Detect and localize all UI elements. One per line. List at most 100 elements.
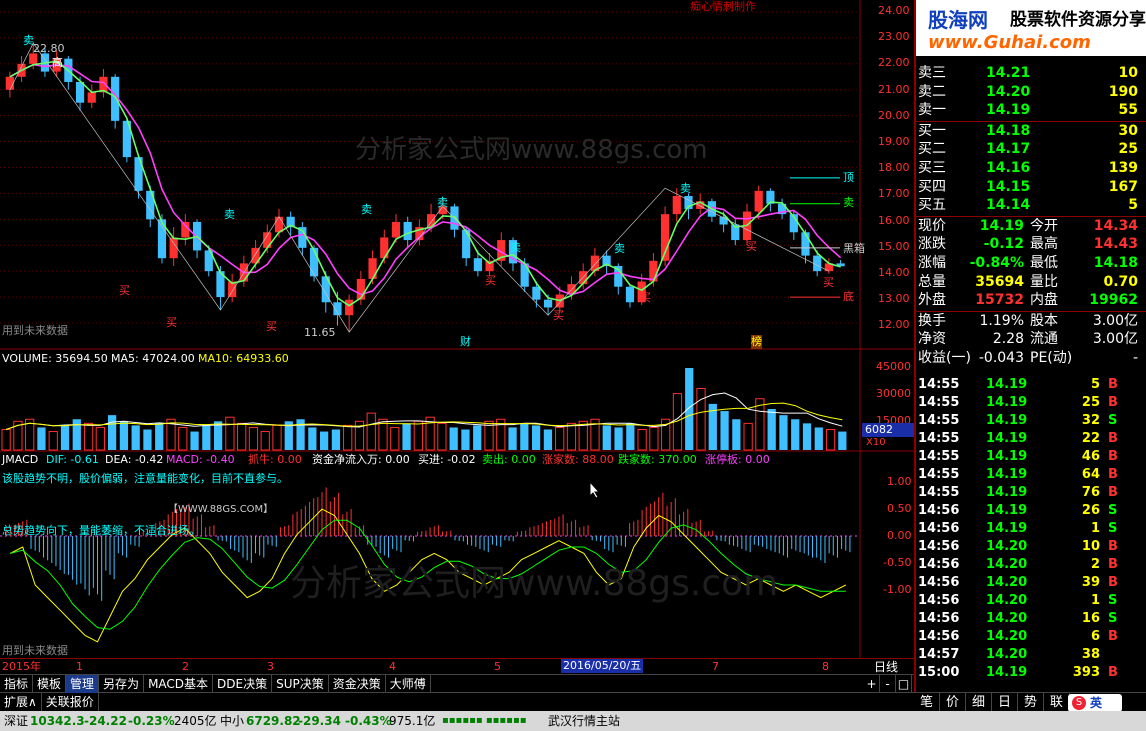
bid-row: 买二 14.17 25: [916, 140, 1144, 158]
layout-button[interactable]: □: [896, 675, 912, 693]
candle-body: [754, 190, 763, 212]
macd-panel[interactable]: JMACD DIF: -0.61 DEA: -0.42 MACD: -0.40 …: [0, 452, 914, 658]
macd-axis-05: 0.50: [887, 502, 912, 515]
volume-bar: [119, 421, 129, 450]
sell-marker: 卖: [224, 208, 235, 221]
stat-value: 14.19: [979, 217, 1024, 234]
volume-bar: [131, 425, 140, 450]
rank-mark: 榜: [751, 335, 762, 349]
bid-price: 14.14: [986, 197, 1031, 214]
price-high-label: 22.80: [33, 42, 65, 55]
expand-tab[interactable]: 扩展∧: [0, 693, 42, 711]
right-tab[interactable]: 势: [1018, 693, 1044, 713]
tick-time: 14:56: [918, 629, 960, 644]
linked-quote-tab[interactable]: 关联报价: [42, 693, 99, 711]
chart-watermark: 分析家公式网www.88gs.com: [355, 135, 708, 165]
volume-value: VOLUME: 35694.50: [2, 352, 108, 365]
bid-price: 14.17: [986, 141, 1031, 158]
right-tab[interactable]: 笔: [914, 693, 940, 713]
indicator-tab[interactable]: 指标: [0, 675, 34, 693]
volume-bar: [48, 431, 58, 451]
indicator-tab[interactable]: 资金决策: [329, 675, 386, 693]
right-tab[interactable]: 价: [940, 693, 966, 713]
indicator-tabs: 指标 模板 管理 另存为 MACD基本 DDE决策 SUP决策 资金决策 大师傅: [0, 675, 431, 693]
bid-label: 买一: [918, 122, 946, 139]
stock-analysis-window: 痴心情刺制作 分析家公式网www.88gs.com 用到未来数据 高 22.80…: [0, 0, 1146, 731]
tick-price: 14.19: [986, 503, 1028, 518]
tick-volume: 22: [1081, 431, 1100, 446]
indicator-tab[interactable]: 另存为: [99, 675, 145, 693]
tick-time: 14:55: [918, 449, 960, 464]
server-name[interactable]: 武汉行情主站: [548, 714, 620, 728]
period-label[interactable]: 日线: [874, 660, 898, 674]
stat-label: 外盘: [918, 292, 946, 309]
indicator-tab[interactable]: 管理: [66, 675, 100, 693]
stat-value: -: [1132, 350, 1138, 366]
bid-label: 买三: [918, 160, 946, 176]
tick-price: 14.19: [986, 413, 1028, 428]
right-tab[interactable]: 细: [966, 693, 992, 713]
sz-index-label: 深证: [4, 714, 29, 728]
bid-price: 14.18: [986, 122, 1031, 139]
volume-axis-45000: 45000: [876, 360, 911, 373]
zoom-in-button[interactable]: +: [864, 675, 880, 693]
indicator-tab[interactable]: 大师傅: [386, 675, 431, 693]
bid-volume: 5: [1128, 197, 1138, 214]
tick-row: 14:56 14.20 2 B: [916, 556, 1144, 574]
indicator-tab[interactable]: MACD基本: [144, 675, 214, 693]
stat-value: -0.043: [978, 350, 1024, 366]
zoom-out-button[interactable]: -: [880, 675, 896, 693]
macd-value: MACD: -0.40: [166, 453, 235, 466]
tick-row: 14:55 14.19 5 B: [916, 376, 1144, 394]
volume-bar: [202, 425, 211, 450]
tick-volume: 38: [1081, 647, 1100, 662]
date-axis: 2015年 1 2 3 4 5 2016/05/20/五 7 8 日线: [0, 658, 914, 674]
ask-price: 14.21: [986, 65, 1031, 81]
volume-bar: [225, 416, 235, 451]
indicator-tab[interactable]: 模板: [33, 675, 67, 693]
stat-value: 3.00亿: [1092, 331, 1138, 348]
candle-body: [368, 258, 377, 279]
ime-indicator[interactable]: S 英: [1068, 694, 1122, 712]
buy-marker: 买: [823, 276, 834, 289]
volume-panel[interactable]: VOLUME: 35694.50 MA5: 47024.00 MA10: 649…: [0, 350, 914, 452]
macd-advice-1: 该股趋势不明，股价偏弱，注意量能变化，目前不直参与。: [2, 472, 288, 485]
price-low-label: 11.65: [304, 326, 336, 339]
author-label: 痴心情刺制作: [690, 0, 756, 13]
tick-volume: 1: [1090, 593, 1100, 608]
stat-label: 量比: [1030, 273, 1058, 290]
volume-ma10: MA10: 64933.60: [198, 352, 289, 365]
candle-body: [801, 232, 810, 256]
macd-site-tag: 【WWW.88GS.COM】: [168, 504, 274, 515]
ask-row: 卖二 14.20 190: [916, 83, 1144, 101]
right-tab[interactable]: 日: [992, 693, 1018, 713]
volume-bar: [1, 429, 11, 451]
volume-ma5: MA5: 47024.00: [111, 352, 195, 365]
main-price-chart[interactable]: 痴心情刺制作 分析家公式网www.88gs.com 用到未来数据 高 22.80…: [0, 0, 914, 350]
candle-body: [532, 286, 541, 300]
tick-price: 14.19: [986, 377, 1028, 392]
tick-time: 14:55: [918, 395, 960, 410]
indicator-tab[interactable]: SUP决策: [272, 675, 329, 693]
candle-body: [649, 260, 658, 282]
tick-list: 14:55 14.19 5 B 14:55 14.19 25 B 14:55 14.19 32 S 14…: [916, 376, 1146, 686]
right-tab[interactable]: 联: [1044, 693, 1070, 713]
tick-volume: 393: [1072, 665, 1100, 680]
stat-value: -0.84%: [969, 255, 1024, 271]
macd-axis-m05: -0.50: [883, 556, 912, 569]
candle-body: [75, 81, 85, 103]
indicator-tab[interactable]: DDE决策: [213, 675, 273, 693]
tick-row: 14:56 14.19 26 S: [916, 502, 1144, 520]
macd-up-count: 涨家数: 88.00: [542, 453, 614, 466]
volume-axis-30000: 30000: [876, 387, 911, 400]
volume-bar: [743, 422, 753, 451]
date-month-3: 3: [267, 660, 274, 673]
tick-price: 14.20: [986, 557, 1028, 572]
volume-unit: X10: [866, 437, 886, 448]
bid-label: 买二: [918, 141, 946, 158]
candle-body: [473, 258, 482, 272]
buy-marker: 买: [119, 284, 130, 297]
volume-bar: [178, 426, 188, 451]
price-axis-label: 12.00: [878, 318, 910, 332]
tick-time: 14:55: [918, 377, 960, 392]
